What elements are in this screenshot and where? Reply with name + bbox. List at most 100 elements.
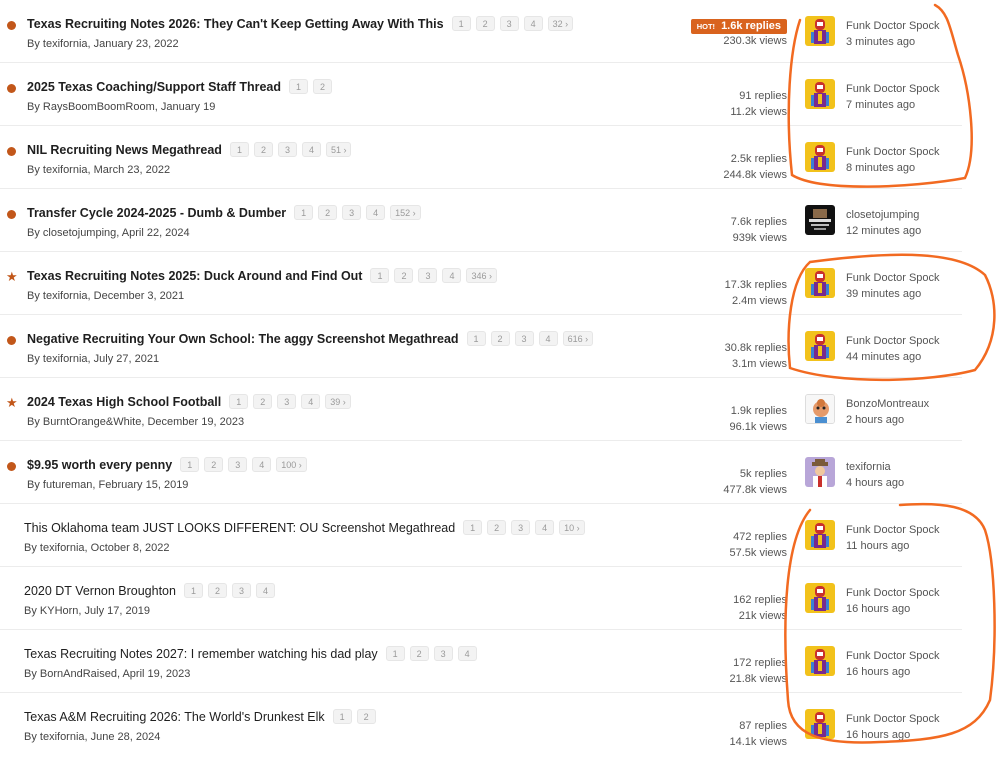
thread-row[interactable]: NIL Recruiting News Megathread 1 2 3 4 5…: [0, 126, 962, 189]
page-link[interactable]: 2: [490, 331, 510, 346]
page-link[interactable]: 3: [433, 646, 453, 661]
last-post-time[interactable]: 3 minutes ago: [846, 35, 940, 51]
page-link[interactable]: 2: [356, 709, 376, 724]
thread-row[interactable]: Texas Recruiting Notes 2027: I remember …: [0, 630, 962, 693]
avatar[interactable]: [805, 16, 835, 46]
last-poster[interactable]: Funk Doctor Spock: [846, 82, 940, 98]
page-link[interactable]: 3: [418, 268, 438, 283]
thread-title[interactable]: 2025 Texas Coaching/Support Staff Thread: [27, 80, 281, 94]
page-link[interactable]: 1: [180, 457, 200, 472]
page-link[interactable]: 152 ›: [390, 205, 421, 220]
page-link[interactable]: 3: [499, 16, 519, 31]
page-link[interactable]: 4: [457, 646, 477, 661]
last-poster[interactable]: closetojumping: [846, 208, 921, 224]
last-post-time[interactable]: 16 hours ago: [846, 602, 940, 618]
page-link[interactable]: 4: [366, 205, 386, 220]
thread-title[interactable]: 2020 DT Vernon Broughton: [24, 584, 176, 598]
avatar[interactable]: [805, 520, 835, 550]
page-link[interactable]: 1: [332, 709, 352, 724]
avatar[interactable]: [805, 142, 835, 172]
page-link[interactable]: 2: [475, 16, 495, 31]
page-link[interactable]: 1: [183, 583, 203, 598]
thread-row[interactable]: Negative Recruiting Your Own School: The…: [0, 315, 962, 378]
avatar[interactable]: [805, 646, 835, 676]
avatar[interactable]: [805, 457, 835, 487]
page-link[interactable]: 2: [409, 646, 429, 661]
thread-row[interactable]: This Oklahoma team JUST LOOKS DIFFERENT:…: [0, 504, 962, 567]
last-post-time[interactable]: 39 minutes ago: [846, 287, 940, 303]
avatar[interactable]: [805, 268, 835, 298]
last-poster[interactable]: Funk Doctor Spock: [846, 712, 940, 728]
page-link[interactable]: 39 ›: [325, 394, 351, 409]
page-link[interactable]: 1: [229, 142, 249, 157]
page-link[interactable]: 4: [523, 16, 543, 31]
thread-row[interactable]: ★ 2024 Texas High School Football 1 2 3 …: [0, 378, 962, 441]
thread-title[interactable]: This Oklahoma team JUST LOOKS DIFFERENT:…: [24, 521, 455, 535]
page-link[interactable]: 3: [277, 142, 297, 157]
last-post-time[interactable]: 44 minutes ago: [846, 350, 940, 366]
thread-row[interactable]: 2020 DT Vernon Broughton 1 2 3 4 By KYHo…: [0, 567, 962, 630]
page-link[interactable]: 2: [253, 394, 273, 409]
thread-title[interactable]: Negative Recruiting Your Own School: The…: [27, 332, 459, 346]
page-link[interactable]: 2: [207, 583, 227, 598]
last-poster[interactable]: Funk Doctor Spock: [846, 586, 940, 602]
page-link[interactable]: 616 ›: [562, 331, 594, 346]
avatar[interactable]: [805, 709, 835, 739]
last-poster[interactable]: Funk Doctor Spock: [846, 145, 940, 161]
page-link[interactable]: 3: [342, 205, 362, 220]
page-link[interactable]: 1: [451, 16, 471, 31]
page-link[interactable]: 2: [313, 79, 332, 94]
thread-row[interactable]: 2025 Texas Coaching/Support Staff Thread…: [0, 63, 962, 126]
page-link[interactable]: 3: [231, 583, 251, 598]
page-link[interactable]: 2: [204, 457, 224, 472]
page-link[interactable]: 4: [252, 457, 272, 472]
thread-row[interactable]: ★ Texas Recruiting Notes 2025: Duck Arou…: [0, 252, 962, 315]
page-link[interactable]: 3: [277, 394, 297, 409]
last-post-time[interactable]: 2 hours ago: [846, 413, 929, 429]
page-link[interactable]: 3: [514, 331, 534, 346]
avatar[interactable]: [805, 331, 835, 361]
thread-row[interactable]: Transfer Cycle 2024-2025 - Dumb & Dumber…: [0, 189, 962, 252]
page-link[interactable]: 1: [289, 79, 308, 94]
page-link[interactable]: 1: [370, 268, 390, 283]
page-link[interactable]: 4: [301, 394, 321, 409]
page-link[interactable]: 1: [294, 205, 314, 220]
thread-title[interactable]: Texas Recruiting Notes 2026: They Can't …: [27, 17, 444, 31]
avatar[interactable]: [805, 394, 835, 424]
thread-title[interactable]: Texas Recruiting Notes 2025: Duck Around…: [27, 269, 362, 283]
page-link[interactable]: 51 ›: [325, 142, 352, 157]
last-post-time[interactable]: 4 hours ago: [846, 476, 904, 492]
avatar[interactable]: [805, 79, 835, 109]
last-poster[interactable]: texifornia: [846, 460, 904, 476]
page-link[interactable]: 1: [229, 394, 249, 409]
page-link[interactable]: 346 ›: [466, 268, 497, 283]
last-poster[interactable]: BonzoMontreaux: [846, 397, 929, 413]
page-link[interactable]: 2: [394, 268, 414, 283]
page-link[interactable]: 1: [466, 331, 486, 346]
page-link[interactable]: 10 ›: [559, 520, 585, 535]
page-link[interactable]: 1: [385, 646, 405, 661]
last-post-time[interactable]: 7 minutes ago: [846, 98, 940, 114]
avatar[interactable]: [805, 205, 835, 235]
last-post-time[interactable]: 16 hours ago: [846, 728, 940, 744]
page-link[interactable]: 4: [538, 331, 558, 346]
page-link[interactable]: 32 ›: [547, 16, 574, 31]
last-poster[interactable]: Funk Doctor Spock: [846, 19, 940, 35]
page-link[interactable]: 2: [318, 205, 338, 220]
page-link[interactable]: 4: [535, 520, 555, 535]
last-poster[interactable]: Funk Doctor Spock: [846, 523, 940, 539]
thread-title[interactable]: $9.95 worth every penny: [27, 458, 172, 472]
page-link[interactable]: 2: [487, 520, 507, 535]
thread-title[interactable]: 2024 Texas High School Football: [27, 395, 221, 409]
last-post-time[interactable]: 8 minutes ago: [846, 161, 940, 177]
last-post-time[interactable]: 12 minutes ago: [846, 224, 921, 240]
thread-row[interactable]: $9.95 worth every penny 1 2 3 4 100 › By…: [0, 441, 962, 504]
page-link[interactable]: 1: [463, 520, 483, 535]
thread-row[interactable]: Texas A&M Recruiting 2026: The World's D…: [0, 693, 962, 756]
thread-title[interactable]: Texas A&M Recruiting 2026: The World's D…: [24, 710, 325, 724]
page-link[interactable]: 4: [255, 583, 275, 598]
page-link[interactable]: 3: [511, 520, 531, 535]
last-poster[interactable]: Funk Doctor Spock: [846, 649, 940, 665]
thread-title[interactable]: Texas Recruiting Notes 2027: I remember …: [24, 647, 378, 661]
last-poster[interactable]: Funk Doctor Spock: [846, 271, 940, 287]
